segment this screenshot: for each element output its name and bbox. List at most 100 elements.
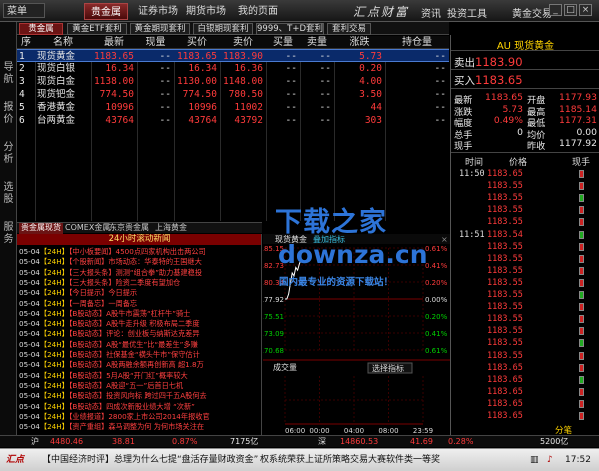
news-item[interactable]: 05-04【24H】【B股动态】5月A股“开门红”概率较大: [19, 371, 260, 381]
cell-bidvol: --: [285, 89, 297, 100]
col-header-ask-volume[interactable]: 卖量: [300, 36, 334, 49]
news-item[interactable]: 05-04【24H】【B股动态】A股迎“五一”后首日七机: [19, 381, 260, 391]
subtab-silver-spot-futures-arb[interactable]: 白银期现套利: [193, 23, 253, 35]
col-header-bid[interactable]: 买价: [174, 36, 220, 49]
table-row[interactable]: 6 台两黄金 43764 -- 43764 43792 -- -- 303 --: [17, 114, 449, 127]
ask-row[interactable]: 卖出1183.90: [454, 55, 523, 70]
cell-oi: --: [434, 115, 446, 126]
stat-label-2: 昨收: [527, 141, 546, 152]
news-headline: 【B股动态】5月A股“开门红”概率较大: [68, 370, 188, 380]
maximize-button[interactable]: □: [564, 4, 577, 16]
col-header-name[interactable]: 名称: [35, 36, 91, 49]
tab-futures[interactable]: 期货市场: [186, 3, 226, 20]
news-date: 05-04: [19, 288, 40, 298]
intraday-chart[interactable]: 现货黄金 叠加指标 × 1185.15 1182.73 1180.34 1177.92…: [263, 234, 450, 435]
news-item[interactable]: 05-04【24H】【B股动态】四成次新股业绩大增 “次新”: [19, 402, 260, 412]
stat-value-2: 0.00: [576, 126, 597, 138]
tab-precious-metals[interactable]: 贵金属: [84, 3, 128, 20]
tick-price: 1183.65: [487, 169, 523, 179]
sidebar-item-service[interactable]: 服务: [2, 222, 15, 246]
col-header-open-interest[interactable]: 持仓量: [385, 36, 449, 49]
col-header-volume[interactable]: 现量: [137, 36, 174, 49]
table-row[interactable]: 3 现货白金 1138.00 -- 1130.00 1148.00 -- -- 4.00 --: [17, 75, 449, 88]
sh-percent: 0.87%: [172, 437, 198, 446]
news-tag: 【24H】: [39, 257, 69, 267]
news-item[interactable]: 05-04【24H】【B股动态】A股牛市震荡“杠杆牛”骑士: [19, 309, 260, 319]
subtab-gold-etf-arb[interactable]: 黄金ETF套利: [67, 23, 127, 35]
y-tick-label: 1175.51: [263, 313, 284, 321]
sidebar-item-analysis[interactable]: 分析: [2, 142, 15, 166]
mtab-tokyo[interactable]: 东京贵金属: [107, 223, 151, 234]
tab-my-page[interactable]: 我的页面: [236, 3, 280, 20]
bid-row[interactable]: 买入1183.65: [454, 73, 523, 88]
ticker-headline-2[interactable]: 权系统荣获上证所策略交易大赛软件类一等奖: [260, 449, 440, 471]
sidebar-item-screener[interactable]: 选股: [2, 182, 15, 206]
tab-securities[interactable]: 证券市场: [138, 3, 178, 20]
news-date: 05-04: [19, 267, 40, 277]
subtab-arb-trading[interactable]: 套利交易: [327, 23, 371, 35]
news-item[interactable]: 05-04【24H】【B股动态】投资风向标 跨过四千五A股何去: [19, 391, 260, 401]
news-item[interactable]: 05-04【24H】【一周备忘】一周备忘: [19, 299, 260, 309]
news-headline: 【B股动态】社保基金“横头牛市”保守估计: [68, 350, 200, 359]
menu-tools[interactable]: 投资工具: [447, 5, 487, 20]
news-headline: 【B股动态】投资风向标 跨过四千五A股何去: [68, 391, 207, 401]
y-tick-label: 1173.09: [263, 330, 284, 338]
mtab-spot-metals[interactable]: 贵金属现货: [19, 223, 63, 234]
cell-idx: 4: [19, 89, 25, 100]
sidebar-item-nav[interactable]: 导航: [2, 62, 15, 86]
col-header-change[interactable]: 涨跌: [334, 36, 385, 49]
sound-icon[interactable]: ♪: [547, 449, 553, 471]
col-header-bid-volume[interactable]: 买量: [266, 36, 300, 49]
table-row[interactable]: 4 现货钯金 774.50 -- 774.50 780.50 -- -- 3.50 --: [17, 88, 449, 101]
cell-bid: 774.50: [182, 89, 217, 100]
news-headline: 【中小板要闻】4500点四家机构出击两公司: [68, 247, 206, 256]
news-item[interactable]: 05-04【24H】【三大报头条】险资二季度有望加仓: [19, 278, 260, 288]
news-item[interactable]: 05-04【24H】【今日提示】今日提示: [19, 288, 260, 298]
mtab-shanghai-gold[interactable]: 上海黄金: [153, 223, 189, 234]
col-header-index[interactable]: 序: [17, 36, 35, 49]
cell-vol: --: [159, 76, 171, 87]
cell-idx: 3: [19, 76, 25, 87]
news-item[interactable]: 05-04【24H】【B股动态】A股“最优生”比“最差生”多赚: [19, 340, 260, 350]
ticker-headline[interactable]: 【中国经济时评】总理为什么七提“盘活存量财政资金”: [42, 449, 258, 471]
news-headline: 【三大报头条】测测“组合拳”助力基建稳投: [68, 267, 203, 277]
menu-gold-trade[interactable]: 黄金交易: [512, 5, 552, 20]
news-item[interactable]: 05-04【24H】【个股新闻】市场动态：华泰特的王国继大: [19, 257, 260, 267]
stat-label: 现手: [454, 141, 473, 152]
subtab-precious-metals[interactable]: 贵金属: [19, 23, 63, 35]
select-indicator-button[interactable]: 选择指标: [372, 363, 404, 373]
col-header-ask[interactable]: 卖价: [220, 36, 266, 49]
close-button[interactable]: ×: [579, 4, 592, 16]
quote-detail-panel: AU 现货黄金 卖出1183.90 买入1183.65 最新 1183.65 开盘 1…: [450, 35, 599, 436]
news-item[interactable]: 05-04【24H】【B股动态】社保基金“横头牛市”保守估计: [19, 350, 260, 360]
news-item[interactable]: 05-04【24H】【中小板要闻】4500点四家机构出击两公司: [19, 247, 260, 257]
news-item[interactable]: 05-04【24H】【B股动态】评论：创业板与纳斯达克差异: [19, 329, 260, 339]
subtab-gold-spot-futures-arb[interactable]: 黄金期现套利: [130, 23, 190, 35]
news-date: 05-04: [19, 401, 40, 411]
tick-row: 1183.55: [451, 181, 599, 192]
cell-ask: 780.50: [228, 89, 263, 100]
cell-oi: --: [434, 89, 446, 100]
main-menu-button[interactable]: 菜单: [3, 3, 45, 18]
subtab-9999-td-arb[interactable]: 9999、T+D套利: [256, 23, 324, 35]
col-header-last[interactable]: 最新: [91, 36, 137, 49]
news-item[interactable]: 05-04【24H】【B股动态】A股两融余额再创新高 超1.8万: [19, 360, 260, 370]
table-row[interactable]: 2 现货白银 16.34 -- 16.34 16.36 -- -- 0.20 --: [17, 62, 449, 75]
news-item[interactable]: 05-04【24H】【三大报头条】测测“组合拳”助力基建稳投: [19, 268, 260, 278]
news-item[interactable]: 05-04【24H】【业绩报道】2800家上市公司2014年报收官: [19, 412, 260, 422]
table-row[interactable]: 5 香港黄金 10996 -- 10996 11002 -- -- 44 --: [17, 101, 449, 114]
table-row[interactable]: 1 现货黄金 1183.65 -- 1183.65 1183.90 -- -- 5.73 --: [17, 49, 449, 62]
news-item[interactable]: 05-04【24H】【B股动态】A股牛走升级 积极布局二季度: [19, 319, 260, 329]
y-tick-label: 1177.92: [263, 296, 284, 304]
news-item[interactable]: 05-04【24H】【资产重组】森马调整为何 为何市场关注在: [19, 422, 260, 432]
news-tag: 【24H】: [39, 329, 69, 339]
chart-close-icon[interactable]: ×: [441, 235, 448, 244]
menu-news[interactable]: 资讯: [421, 5, 441, 20]
cell-last: 16.34: [105, 63, 134, 74]
news-date: 05-04: [19, 257, 40, 267]
minimize-button[interactable]: _: [549, 4, 562, 16]
sidebar-item-quote[interactable]: 报价: [2, 102, 15, 126]
overlay-indicator-link[interactable]: 叠加指标: [313, 234, 345, 244]
tick-direction-icon: [579, 170, 584, 178]
mtab-comex[interactable]: COMEX金属: [63, 223, 112, 234]
